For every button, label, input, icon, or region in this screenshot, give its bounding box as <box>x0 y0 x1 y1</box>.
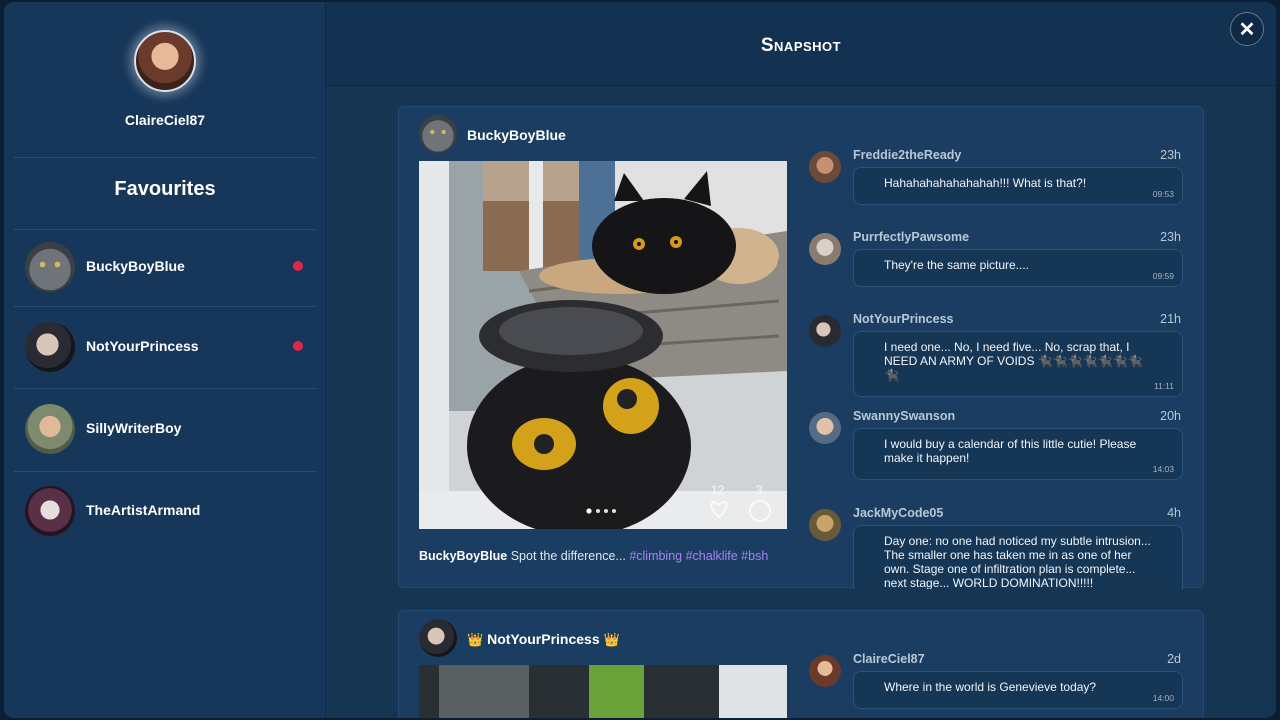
comment-avatar[interactable] <box>809 151 841 183</box>
post-photo <box>419 665 787 718</box>
comment-bubble: I need one... No, I need five... No, scr… <box>853 331 1183 397</box>
comment-avatar[interactable] <box>809 509 841 541</box>
app-window: ClaireCiel87 Favourites BuckyBoyBlue Not… <box>4 2 1276 718</box>
divider <box>14 388 316 389</box>
post-image[interactable]: 12 3 <box>419 161 787 529</box>
comment-age: 4h <box>1167 506 1181 520</box>
comment-item: PurrfectlyPawsome 23h They're the same p… <box>805 229 1185 299</box>
comment-username[interactable]: JackMyCode05 <box>853 506 943 520</box>
divider <box>14 306 316 307</box>
favourite-name: SillyWriterBoy <box>86 420 182 436</box>
comment-avatar[interactable] <box>809 412 841 444</box>
comment-time: 09:53 <box>1152 189 1174 199</box>
favourite-item-sillywriterboy[interactable]: SillyWriterBoy <box>14 396 316 476</box>
comment-time: 14:03 <box>1152 464 1174 474</box>
comment-time: 09:59 <box>1152 271 1174 281</box>
comment-bubble: They're the same picture.... 09:59 <box>853 249 1183 287</box>
post-author-avatar[interactable] <box>419 115 457 153</box>
post-card: BuckyBoyBlue 12 3 BuckyBoyBlue Spot the … <box>398 106 1204 589</box>
favourite-name: TheArtistArmand <box>86 502 201 518</box>
comments-count: 3 <box>756 483 763 497</box>
avatar <box>25 486 75 536</box>
profile-section: ClaireCiel87 <box>4 2 326 158</box>
comment-username[interactable]: ClaireCiel87 <box>853 652 925 666</box>
comment-text: They're the same picture.... <box>884 258 1030 272</box>
comment-item: ClaireCiel87 2d Where in the world is Ge… <box>805 651 1185 718</box>
comment-text: I would buy a calendar of this little cu… <box>884 437 1137 465</box>
comment-text: Where in the world is Genevieve today? <box>884 680 1097 694</box>
comment-bubble: Hahahahahahahahah!!! What is that?! 09:5… <box>853 167 1183 205</box>
unread-indicator <box>293 261 303 271</box>
comment-username[interactable]: PurrfectlyPawsome <box>853 230 969 244</box>
post-image[interactable] <box>419 665 787 718</box>
comment-time: 11:11 <box>1153 381 1174 391</box>
favourite-item-theartistarmand[interactable]: TheArtistArmand <box>14 478 316 558</box>
comment-time: 14:00 <box>1152 693 1174 703</box>
comment-item: SwannySwanson 20h I would buy a calendar… <box>805 408 1185 492</box>
post-author-name[interactable]: 👑 NotYourPrincess 👑 <box>467 631 620 648</box>
divider <box>14 229 316 230</box>
comment-item: Freddie2theReady 23h Hahahahahahahahah!!… <box>805 147 1185 217</box>
comment-text: I need one... No, I need five... No, scr… <box>884 340 1143 382</box>
comment-username[interactable]: SwannySwanson <box>853 409 955 423</box>
caption-tags[interactable]: #climbing #chalklife #bsh <box>629 549 768 563</box>
comment-item: NotYourPrincess 21h I need one... No, I … <box>805 311 1185 397</box>
comment-age: 21h <box>1160 312 1181 326</box>
comment-age: 23h <box>1160 230 1181 244</box>
comment-age: 20h <box>1160 409 1181 423</box>
comment-avatar[interactable] <box>809 233 841 265</box>
divider <box>14 157 316 158</box>
close-icon: ✕ <box>1238 18 1256 41</box>
comment-bubble: Day one: no one had noticed my subtle in… <box>853 525 1183 589</box>
post-author-avatar[interactable] <box>419 619 457 657</box>
post-author-name[interactable]: BuckyBoyBlue <box>467 127 566 143</box>
post-author-label: NotYourPrincess <box>487 631 600 647</box>
divider <box>14 471 316 472</box>
avatar <box>25 242 75 292</box>
unread-indicator <box>293 341 303 351</box>
comment-bubble: I would buy a calendar of this little cu… <box>853 428 1183 480</box>
comment-list[interactable]: Freddie2theReady 23h Hahahahahahahahah!!… <box>805 147 1191 589</box>
post-card: 👑 NotYourPrincess 👑 ClaireCiel87 2d Wher… <box>398 610 1204 718</box>
close-button[interactable]: ✕ <box>1230 12 1264 46</box>
comment-text: Day one: no one had noticed my subtle in… <box>884 534 1151 589</box>
profile-username: ClaireCiel87 <box>124 112 206 128</box>
likes-count: 12 <box>711 483 725 497</box>
favourite-item-notyourprincess[interactable]: NotYourPrincess <box>14 314 316 394</box>
avatar <box>25 322 75 372</box>
profile-avatar[interactable] <box>134 30 196 92</box>
crown-icon: 👑 <box>603 632 620 647</box>
favourite-item-buckyboyblue[interactable]: BuckyBoyBlue <box>14 234 316 314</box>
avatar <box>25 404 75 454</box>
post-photo <box>419 161 787 529</box>
comment-username[interactable]: Freddie2theReady <box>853 148 961 162</box>
comment-bubble: Where in the world is Genevieve today? 1… <box>853 671 1183 709</box>
comment-list[interactable]: ClaireCiel87 2d Where in the world is Ge… <box>805 651 1191 718</box>
post-caption: BuckyBoyBlue Spot the difference... #cli… <box>419 549 768 563</box>
comment-age: 2d <box>1167 652 1181 666</box>
comment-username[interactable]: NotYourPrincess <box>853 312 954 326</box>
favourite-name: BuckyBoyBlue <box>86 258 185 274</box>
caption-username[interactable]: BuckyBoyBlue <box>419 549 507 563</box>
comment-avatar[interactable] <box>809 315 841 347</box>
favourites-title: Favourites <box>114 178 216 200</box>
caption-text: Spot the difference... <box>507 549 630 563</box>
main-header: Snapshot <box>326 2 1276 86</box>
favourite-name: NotYourPrincess <box>86 338 199 354</box>
comment-text: Hahahahahahahahah!!! What is that?! <box>884 176 1087 190</box>
app-title: Snapshot <box>760 35 842 56</box>
sidebar: ClaireCiel87 Favourites BuckyBoyBlue Not… <box>4 2 326 718</box>
comment-avatar[interactable] <box>809 655 841 687</box>
crown-icon: 👑 <box>467 632 484 647</box>
comment-item: JackMyCode05 4h Day one: no one had noti… <box>805 505 1185 589</box>
comment-age: 23h <box>1160 148 1181 162</box>
